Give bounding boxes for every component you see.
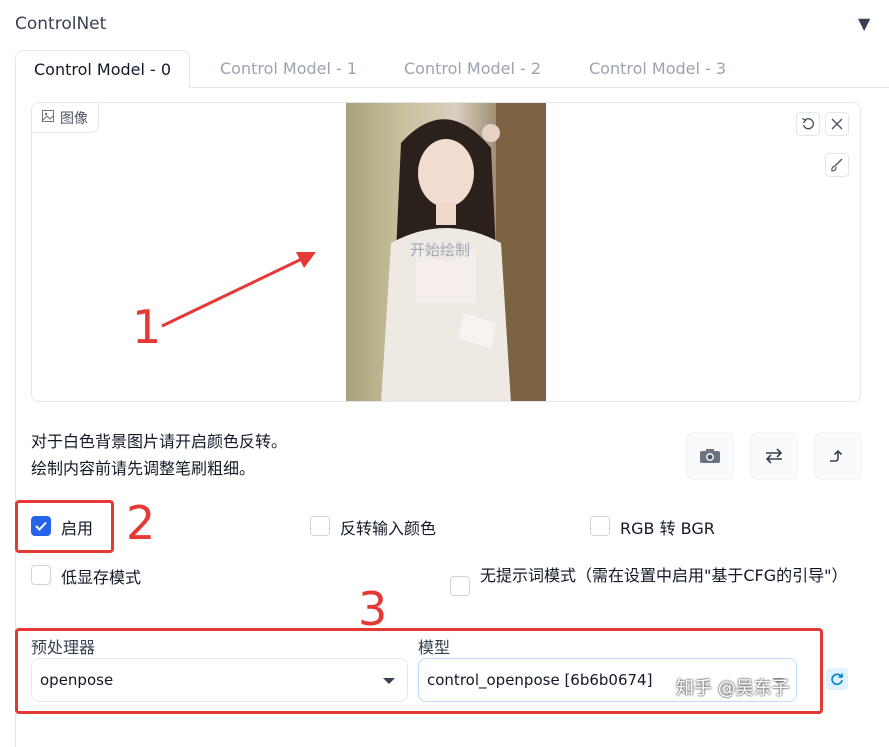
undo-icon[interactable]	[796, 112, 820, 136]
rgb-to-bgr-checkbox[interactable]: RGB 转 BGR	[590, 515, 715, 539]
annotation-box-3	[15, 628, 823, 714]
hint-line-2: 绘制内容前请先调整笔刷粗细。	[31, 459, 256, 478]
checkbox-box[interactable]	[310, 516, 330, 536]
annotation-marker-2: 2	[126, 496, 156, 550]
send-up-icon[interactable]	[814, 432, 862, 480]
canvas-overlay-text: 开始绘制	[410, 241, 471, 259]
brush-icon[interactable]	[825, 153, 849, 177]
refresh-models-icon[interactable]	[826, 668, 848, 690]
image-label-text: 图像	[60, 110, 88, 127]
rgb-to-bgr-label: RGB 转 BGR	[620, 519, 715, 538]
low-vram-checkbox[interactable]: 低显存模式	[31, 564, 141, 588]
image-label: 图像	[32, 103, 99, 133]
invert-input-color-label: 反转输入颜色	[340, 519, 437, 538]
tab-bar: Control Model - 0 Control Model - 1 Cont…	[15, 50, 889, 89]
checkbox-box[interactable]	[31, 565, 51, 585]
guess-mode-label: 无提示词模式（需在设置中启用"基于CFG的引导"）	[480, 566, 848, 585]
camera-icon[interactable]	[686, 432, 734, 480]
uploaded-photo: 开始绘制	[346, 103, 546, 401]
collapse-icon[interactable]: ▼	[858, 14, 870, 33]
annotation-marker-1: 1	[132, 300, 162, 354]
panel-title: ControlNet	[15, 14, 107, 34]
tab-control-model-2[interactable]: Control Model - 2	[386, 50, 559, 88]
guess-mode-checkbox[interactable]: 无提示词模式（需在设置中启用"基于CFG的引导"）	[450, 564, 848, 596]
annotation-box-2	[15, 500, 114, 553]
tab-control-model-3[interactable]: Control Model - 3	[571, 50, 744, 88]
annotation-arrow	[161, 252, 316, 328]
tab-control-model-1[interactable]: Control Model - 1	[202, 50, 375, 88]
swap-icon[interactable]	[750, 432, 798, 480]
watermark-text: 知乎 @吴东子	[676, 678, 790, 699]
low-vram-label: 低显存模式	[61, 568, 142, 587]
tab-control-model-0[interactable]: Control Model - 0	[15, 50, 191, 89]
image-icon	[42, 109, 54, 126]
close-icon[interactable]	[825, 112, 849, 136]
checkbox-box[interactable]	[450, 576, 470, 596]
hint-line-1: 对于白色背景图片请开启颜色反转。	[31, 432, 288, 451]
invert-input-color-checkbox[interactable]: 反转输入颜色	[310, 515, 436, 539]
checkbox-box[interactable]	[590, 516, 610, 536]
